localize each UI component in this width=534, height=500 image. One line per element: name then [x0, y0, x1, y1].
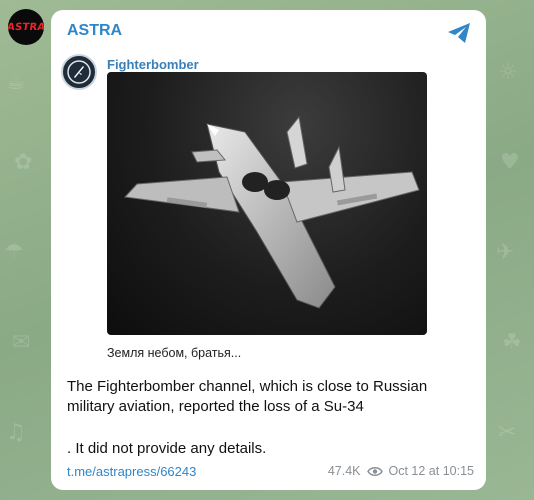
fighterbomber-logo-icon	[67, 60, 91, 84]
message-meta: 47.4K Oct 12 at 10:15	[328, 464, 474, 478]
wallpaper-doodle: ☘	[502, 330, 522, 355]
views-count: 47.4K	[327, 464, 361, 478]
wallpaper-doodle: ✈	[496, 240, 515, 265]
wallpaper-doodle: ♥	[500, 150, 520, 175]
wallpaper-doodle: ✉	[12, 330, 31, 355]
forward-source-name[interactable]: Fighterbomber	[107, 57, 199, 72]
post-link[interactable]: t.me/astrapress/66243	[67, 464, 196, 479]
forward-source-avatar[interactable]	[61, 54, 97, 90]
message-text: The Fighterbomber channel, which is clos…	[67, 378, 428, 415]
wallpaper-doodle: ✂	[498, 420, 517, 445]
forwarded-photo[interactable]	[107, 72, 427, 335]
wallpaper-doodle: ♫	[6, 420, 26, 445]
fighter-jet-image	[123, 115, 420, 309]
message-text-continued: . It did not provide any details.	[67, 440, 267, 457]
channel-avatar-logo: ASTRA	[8, 21, 44, 33]
message-timestamp: Oct 12 at 10:15	[388, 464, 474, 478]
share-telegram-icon	[448, 23, 470, 43]
eye-icon	[366, 466, 383, 477]
channel-avatar[interactable]: ASTRA	[8, 9, 44, 45]
wallpaper-doodle: ☕	[6, 70, 26, 95]
share-button[interactable]	[444, 18, 474, 48]
channel-name[interactable]: ASTRA	[67, 22, 122, 40]
wallpaper-doodle: ✿	[14, 150, 33, 175]
forwarded-post: Fighterbomber Земля небом, братья...	[61, 54, 476, 394]
wallpaper-doodle: ☼	[498, 60, 518, 85]
forwarded-caption: Земля небом, братья...	[107, 346, 242, 360]
wallpaper-doodle: ☂	[4, 240, 24, 265]
message-bubble: ASTRA Fighterbomber Земля небом, братья.…	[51, 10, 486, 490]
